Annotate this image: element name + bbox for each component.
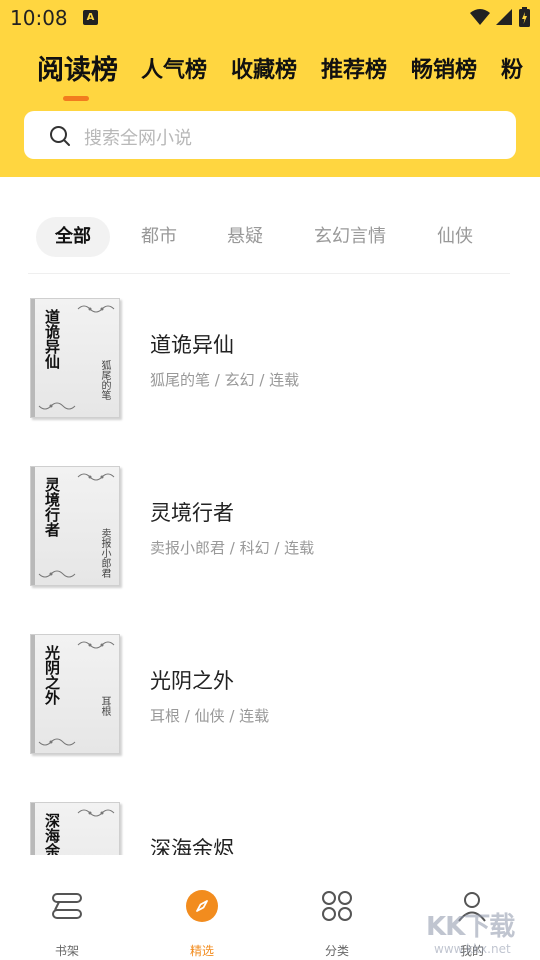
search-placeholder: 搜索全网小说 [84, 128, 192, 149]
ornament-icon [37, 733, 77, 752]
book-item[interactable]: 灵境行者 卖报小郎君 灵境行者 卖报小郎君 / 科幻 / 连载 [0, 442, 540, 610]
ornament-icon [76, 468, 116, 487]
cover-title: 灵境行者 [43, 477, 61, 537]
genre-chip-fantasy-romance[interactable]: 玄幻言情 [304, 217, 396, 257]
book-cover[interactable]: 深海余烬 [30, 802, 120, 855]
book-cover[interactable]: 道诡异仙 狐尾的笔 [30, 298, 120, 418]
tab-popularity-rank[interactable]: 人气榜 [141, 52, 207, 84]
book-item[interactable]: 深海余烬 深海余烬 [0, 778, 540, 855]
cover-spine [31, 803, 35, 855]
genre-chip-suspense[interactable]: 悬疑 [216, 217, 274, 257]
search-input[interactable]: 搜索全网小说 [24, 111, 516, 159]
bottom-nav: 书架 精选 分类 我的 [0, 878, 540, 960]
book-item[interactable]: 光阴之外 耳根 光阴之外 耳根 / 仙侠 / 连载 [0, 610, 540, 778]
rank-tabs: 阅读榜 人气榜 收藏榜 推荐榜 畅销榜 粉 [0, 44, 540, 104]
ornament-icon [37, 565, 77, 584]
cell-signal-icon [496, 8, 513, 26]
status-bar: 10:08 A [0, 0, 540, 38]
ornament-icon [76, 804, 116, 823]
nav-label: 分类 [324, 944, 349, 958]
book-meta: 狐尾的笔 / 玄幻 / 连载 [150, 371, 300, 389]
cover-title: 光阴之外 [43, 645, 61, 705]
book-item[interactable]: 道诡异仙 狐尾的笔 道诡异仙 狐尾的笔 / 玄幻 / 连载 [0, 274, 540, 442]
nav-featured[interactable]: 精选 [152, 888, 252, 958]
book-title[interactable]: 光阴之外 [150, 665, 234, 695]
compass-icon [186, 890, 218, 926]
book-meta: 卖报小郎君 / 科幻 / 连载 [150, 539, 315, 557]
tab-reading-rank[interactable]: 阅读榜 [37, 48, 118, 87]
nav-label: 书架 [54, 944, 79, 958]
book-title[interactable]: 深海余烬 [150, 833, 234, 855]
cover-author: 狐尾的笔 [99, 360, 110, 400]
book-title[interactable]: 道诡异仙 [150, 329, 234, 359]
nav-category[interactable]: 分类 [287, 888, 387, 958]
status-icons [470, 7, 530, 27]
tab-fans-rank[interactable]: 粉 [501, 52, 523, 84]
bookshelf-icon [51, 890, 83, 926]
cover-spine [31, 635, 35, 753]
nav-bookshelf[interactable]: 书架 [17, 888, 117, 958]
genre-chip-xianxia[interactable]: 仙侠 [426, 217, 484, 257]
tab-bestseller-rank[interactable]: 畅销榜 [411, 52, 477, 84]
cover-title: 道诡异仙 [43, 309, 61, 369]
book-cover[interactable]: 灵境行者 卖报小郎君 [30, 466, 120, 586]
cover-spine [31, 299, 35, 417]
nav-label: 我的 [459, 944, 484, 958]
cover-spine [31, 467, 35, 585]
nav-profile[interactable]: 我的 [422, 888, 522, 958]
battery-icon [519, 7, 530, 27]
header: 10:08 A 阅读榜 人气榜 收藏榜 推荐榜 畅销榜 粉 搜索全网小说 [0, 0, 540, 177]
tab-favorites-rank[interactable]: 收藏榜 [231, 52, 297, 84]
cover-title: 深海余烬 [43, 813, 61, 855]
notification-icon: A [83, 10, 98, 25]
user-icon [456, 890, 488, 926]
book-cover[interactable]: 光阴之外 耳根 [30, 634, 120, 754]
book-meta: 耳根 / 仙侠 / 连载 [150, 707, 270, 725]
tab-recommend-rank[interactable]: 推荐榜 [321, 52, 387, 84]
status-time: 10:08 [10, 6, 68, 30]
genre-chip-urban[interactable]: 都市 [130, 217, 188, 257]
ornament-icon [76, 636, 116, 655]
ornament-icon [37, 397, 77, 416]
wifi-icon [470, 8, 490, 26]
cover-author: 卖报小郎君 [99, 528, 110, 578]
nav-label: 精选 [189, 944, 214, 958]
ornament-icon [76, 300, 116, 319]
genre-filter: 全部 都市 悬疑 玄幻言情 仙侠 [0, 217, 540, 261]
active-tab-indicator [63, 96, 89, 101]
category-grid-icon [321, 890, 353, 926]
cover-author: 耳根 [99, 696, 110, 716]
book-title[interactable]: 灵境行者 [150, 497, 234, 527]
book-list: 道诡异仙 狐尾的笔 道诡异仙 狐尾的笔 / 玄幻 / 连载 灵境行者 卖报小郎君… [0, 274, 540, 855]
genre-chip-all[interactable]: 全部 [36, 217, 110, 257]
search-icon [49, 125, 71, 151]
